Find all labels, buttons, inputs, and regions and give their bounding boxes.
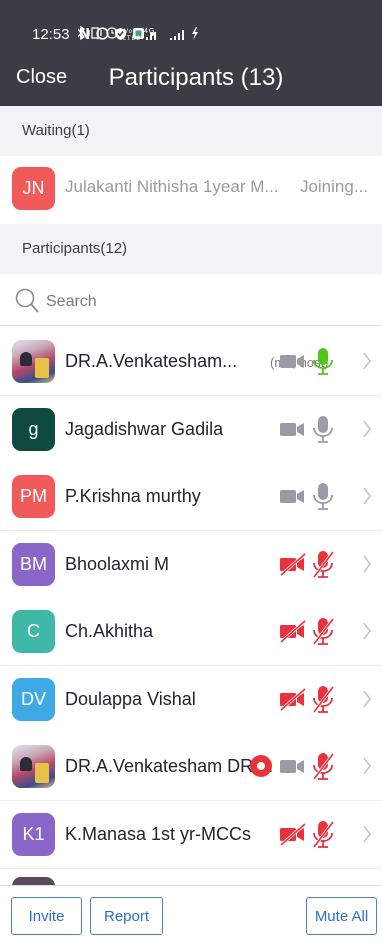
video-off-icon <box>278 684 308 714</box>
avatar: C <box>12 610 55 653</box>
participant-status-icons <box>250 751 354 781</box>
participant-row[interactable]: PM P.Krishna murthy <box>0 463 382 531</box>
mic-muted-icon <box>308 684 338 714</box>
svg-text:Vo: Vo <box>124 29 133 35</box>
chevron-right-icon <box>362 418 372 440</box>
report-button[interactable]: Report <box>90 897 163 935</box>
avatar <box>12 745 55 788</box>
video-off-icon <box>278 819 308 849</box>
chevron-right-icon <box>362 755 372 777</box>
search-input[interactable] <box>46 290 346 314</box>
status-time: 12:53 <box>32 26 70 43</box>
participant-status-icons <box>274 414 354 444</box>
participant-row[interactable]: g Jagadishwar Gadila <box>0 395 382 464</box>
mic-muted-icon <box>308 616 338 646</box>
mic-muted-icon <box>308 549 338 579</box>
search-bar <box>0 276 382 326</box>
avatar: K1 <box>12 812 55 856</box>
participant-name: DR.A.Venkatesham... <box>65 351 238 371</box>
system-status-icons: VoLTE2 4G <box>77 25 198 42</box>
invite-button[interactable]: Invite <box>11 897 82 935</box>
video-camera-icon <box>278 751 308 781</box>
microphone-icon <box>308 414 338 444</box>
status-bar: 12:53 Vo LTE2 4G <box>0 22 382 52</box>
video-camera-icon <box>278 414 308 444</box>
participants-header: Participants(12) <box>0 224 382 274</box>
participant-name: Jagadishwar Gadila <box>65 418 224 439</box>
avatar: PM <box>12 475 55 518</box>
participant-row[interactable]: C Ch.Akhitha <box>0 598 382 666</box>
chevron-right-icon <box>362 350 372 372</box>
avatar: g <box>12 407 55 451</box>
participant-name: Bhoolaxmi M <box>65 553 170 574</box>
mic-muted-icon <box>308 819 338 849</box>
chevron-right-icon <box>362 688 372 710</box>
participant-status-icons <box>274 549 354 579</box>
status-right-icons: Vo LTE2 4G <box>77 25 368 45</box>
participant-row[interactable]: DR.A.Venkatesham...(me, host) <box>0 328 382 396</box>
recording-icon <box>246 751 276 781</box>
participant-status-icons <box>274 481 354 511</box>
chevron-right-icon <box>362 823 372 845</box>
top-bar: 12:53 Vo LTE2 4G Close Participants (13) <box>0 0 382 106</box>
bottom-bar: Invite Report Mute All <box>0 885 382 948</box>
video-off-icon <box>278 616 308 646</box>
participant-status-icons <box>274 346 354 376</box>
waiting-name: Julakanti Nithisha 1year M... <box>65 177 279 196</box>
video-off-icon <box>278 549 308 579</box>
svg-text:LTE2: LTE2 <box>123 36 141 41</box>
participant-row[interactable]: K1 K.Manasa 1st yr-MCCs <box>0 800 382 869</box>
avatar: DV <box>12 677 55 721</box>
participant-name: DR.A.Venkatesham DR.... <box>65 756 274 776</box>
waiting-row[interactable]: JN Julakanti Nithisha 1year M... Joining… <box>0 157 382 219</box>
participant-row[interactable]: DV Doulappa Vishal <box>0 665 382 734</box>
avatar: BM <box>12 542 55 586</box>
video-camera-icon <box>278 481 308 511</box>
participant-name: K.Manasa 1st yr-MCCs <box>65 823 252 844</box>
participant-status-icons <box>274 819 354 849</box>
waiting-header: Waiting(1) <box>0 106 382 156</box>
chevron-right-icon <box>362 553 372 575</box>
chevron-right-icon <box>362 620 372 642</box>
participant-name: Ch.Akhitha <box>65 621 154 641</box>
mute-all-button[interactable]: Mute All <box>306 897 377 935</box>
participant-row[interactable]: DR.A.Venkatesham DR.... <box>0 733 382 801</box>
participant-name: Doulappa Vishal <box>65 688 196 709</box>
participant-row[interactable]: BM Bhoolaxmi M <box>0 530 382 599</box>
chevron-right-icon <box>362 485 372 507</box>
mic-muted-icon <box>308 751 338 781</box>
video-camera-icon <box>278 346 308 376</box>
participant-status-icons <box>274 684 354 714</box>
microphone-icon <box>308 481 338 511</box>
microphone-icon <box>308 346 338 376</box>
joining-status: Joining... <box>299 177 368 196</box>
avatar: JN <box>12 167 55 210</box>
participant-status-icons <box>274 616 354 646</box>
nav-bar: Close Participants (13) <box>0 56 382 100</box>
search-icon <box>15 288 39 313</box>
svg-text:4G: 4G <box>144 28 155 35</box>
participant-name: P.Krishna murthy <box>65 486 201 506</box>
page-title: Participants (13) <box>108 64 284 91</box>
avatar <box>12 340 55 383</box>
